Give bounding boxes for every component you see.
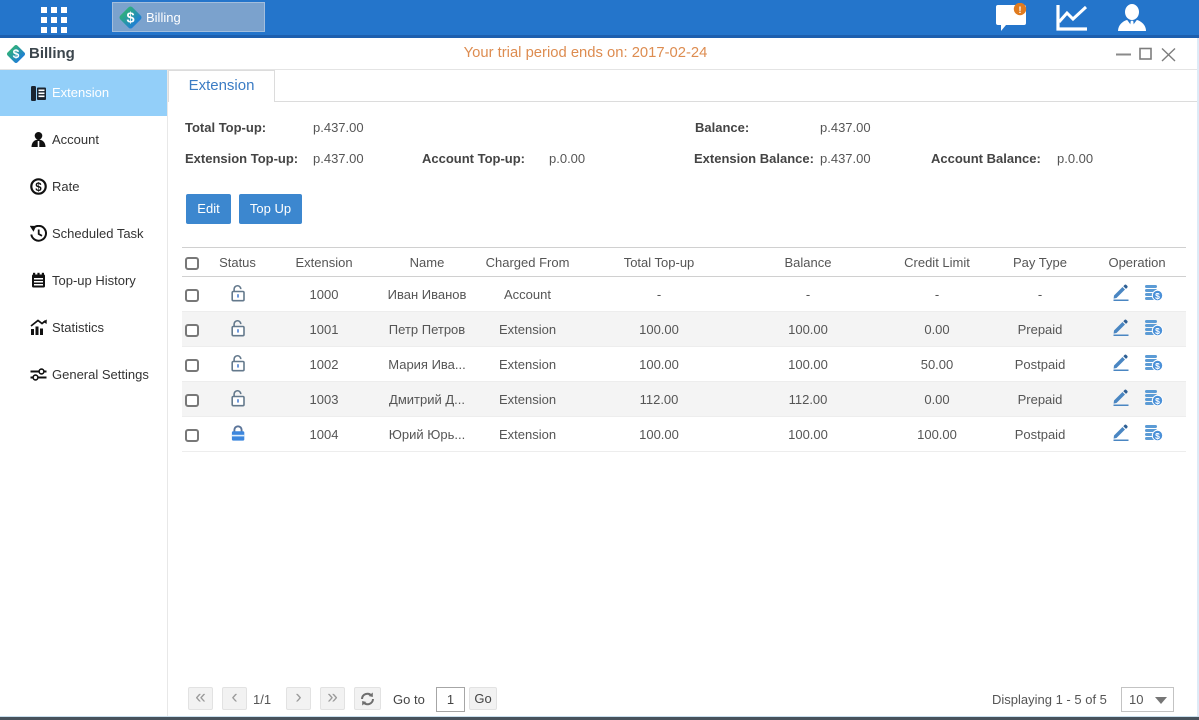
svg-text:$: $ — [1155, 431, 1160, 441]
svg-text:$: $ — [1155, 291, 1160, 301]
svg-text:$: $ — [1155, 396, 1160, 406]
svg-text:$: $ — [1155, 326, 1160, 336]
svg-text:!: ! — [1019, 5, 1022, 15]
svg-text:$: $ — [1155, 361, 1160, 371]
svg-text:$: $ — [126, 10, 134, 26]
svg-text:$: $ — [35, 182, 42, 194]
